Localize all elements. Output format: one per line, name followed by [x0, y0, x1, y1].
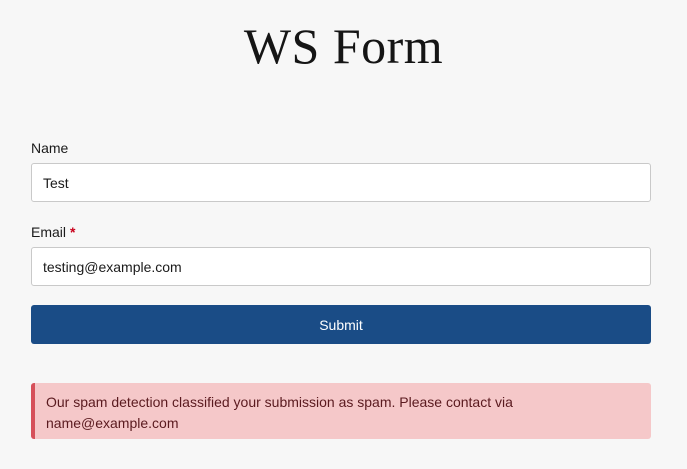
email-field-group: Email * — [31, 224, 651, 286]
name-input[interactable] — [31, 163, 651, 202]
spam-error-alert: Our spam detection classified your submi… — [31, 383, 651, 439]
alert-message: Our spam detection classified your submi… — [46, 394, 513, 431]
site-logo: WS Form — [243, 18, 444, 74]
email-input[interactable] — [31, 247, 651, 286]
required-marker: * — [70, 224, 76, 240]
submit-button[interactable]: Submit — [31, 305, 651, 344]
name-label-text: Name — [31, 140, 69, 156]
email-label-text: Email — [31, 224, 67, 240]
name-field-group: Name — [31, 140, 651, 202]
email-label: Email * — [31, 224, 651, 240]
name-label: Name — [31, 140, 651, 156]
